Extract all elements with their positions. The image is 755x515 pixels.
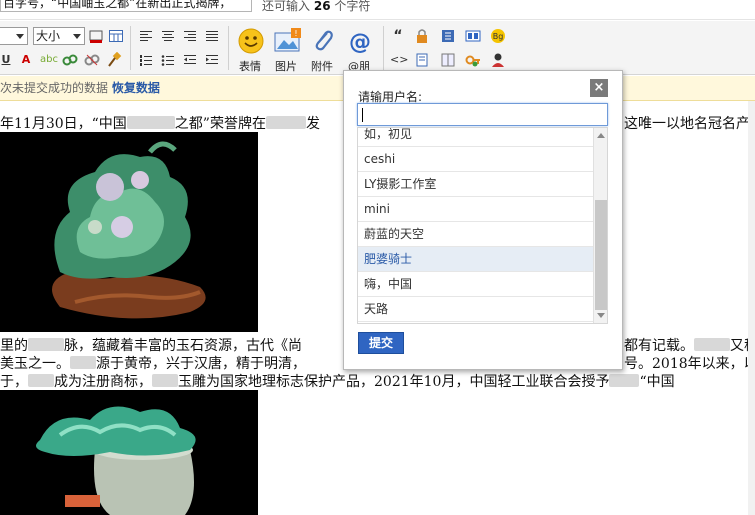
blurred-text — [265, 116, 306, 129]
username-input[interactable] — [357, 103, 608, 126]
password-icon[interactable] — [465, 52, 481, 68]
lock-icon[interactable] — [414, 28, 430, 44]
video-icon[interactable] — [465, 28, 481, 44]
attach-button[interactable]: 附件 — [302, 26, 342, 73]
close-icon[interactable]: × — [590, 79, 608, 97]
blurred-text — [28, 338, 64, 351]
user-suggestion-list: 天路 嗨，中国 肥婆骑士 蔚蓝的天空 mini LY摄影工作室 ceshi 如，初见 — [357, 127, 608, 324]
blurred-text — [152, 374, 178, 387]
svg-text:Bg: Bg — [493, 32, 504, 41]
user-list-item[interactable]: mini — [358, 197, 593, 222]
format-brush-icon[interactable] — [106, 51, 122, 68]
attach-label: 附件 — [311, 60, 333, 73]
align-justify-icon[interactable] — [204, 28, 220, 44]
page-icon[interactable] — [440, 52, 456, 68]
page-scrollbar[interactable] — [748, 101, 755, 515]
hint-suffix: 个字符 — [334, 0, 371, 13]
spellcheck-icon[interactable]: abc — [40, 52, 58, 68]
emoji-button[interactable]: 表情 — [230, 26, 270, 73]
link-icon[interactable] — [62, 52, 78, 68]
mention-user-popup: × 请输用户名: 天路 嗨，中国 肥婆骑士 蔚蓝的天空 mini LY摄影工作室 ceshi… — [343, 70, 623, 370]
blurred-text — [609, 374, 640, 387]
background-music-icon[interactable]: Bg — [490, 28, 506, 44]
topbar: 百字号，“中国岫玉之都”在新出正式揭牌， 还可输入 26 个字符 — [0, 0, 755, 20]
indent-icon[interactable] — [204, 52, 220, 68]
paragraph-line-1-end: 这唯一以地名冠名产 — [624, 116, 750, 132]
user-list-item[interactable]: 如，初见 — [358, 128, 593, 147]
text-caret — [362, 108, 363, 122]
toolbar-separator — [130, 26, 131, 70]
toolbar-separator — [383, 26, 384, 70]
align-right-icon[interactable] — [182, 28, 198, 44]
subject-input[interactable]: 百字号，“中国岫玉之都”在新出正式揭牌， — [0, 0, 252, 12]
align-left-icon[interactable] — [138, 28, 154, 44]
user-list-item[interactable]: LY摄影工作室 — [358, 172, 593, 197]
blurred-text — [70, 356, 96, 369]
at-sign-icon: @ — [349, 30, 371, 54]
blurred-text — [28, 374, 54, 387]
emoji-label: 表情 — [239, 60, 261, 73]
image-button[interactable]: ! 图片 — [266, 26, 306, 73]
scroll-thumb[interactable] — [595, 200, 607, 310]
unordered-list-icon[interactable] — [160, 52, 176, 68]
user-icon[interactable] — [490, 52, 506, 68]
underline-icon[interactable]: U — [0, 52, 14, 68]
table-icon[interactable] — [108, 28, 124, 44]
blurred-text — [126, 116, 175, 129]
smiley-icon — [238, 28, 264, 54]
free-content-icon[interactable] — [414, 52, 430, 68]
blurred-text — [694, 338, 730, 351]
align-center-icon[interactable] — [160, 28, 176, 44]
unlink-icon[interactable] — [84, 52, 100, 68]
paragraph-line-2: 里的 脉，蕴藏着丰富的玉石资源，古代《尚 — [0, 338, 302, 354]
char-count-hint: 还可输入 26 个字符 — [262, 0, 370, 14]
quote-icon[interactable]: “ — [390, 28, 406, 44]
user-list-item[interactable]: 嗨，中国 — [358, 272, 593, 297]
user-list-item[interactable]: 天路 — [358, 297, 593, 322]
image-label: 图片 — [275, 60, 297, 73]
user-list-item[interactable]: 肥婆骑士 — [358, 247, 593, 272]
font-size-label: 大小 — [36, 29, 61, 43]
font-size-select[interactable]: 大小 — [33, 27, 85, 45]
font-color-icon[interactable]: A — [18, 52, 34, 68]
jade-carving-photo — [0, 132, 258, 332]
hint-count: 26 — [313, 0, 331, 13]
flash-icon[interactable] — [440, 28, 456, 44]
paragraph-line-4: 于， 成为注册商标， 玉雕为国家地理标志保护产品，2021年10月，中国轻工业联合会… — [0, 374, 675, 390]
list-scrollbar[interactable] — [593, 128, 607, 323]
hint-prefix: 还可输入 — [262, 0, 311, 13]
submit-button[interactable]: 提交 — [358, 332, 404, 354]
toolbar-separator — [228, 26, 229, 70]
editor-toolbar: 大小 U A abc 表情 ! 图片 附件 @ @朋 “ Bg <> — [0, 21, 755, 75]
user-list-item[interactable]: ceshi — [358, 147, 593, 172]
paragraph-line-2-end: 都有记载。又称 — [624, 338, 755, 354]
jade-cabbage-photo — [0, 390, 258, 515]
paragraph-line-1: 年11月30日，“中国 之都”荣誉牌在发 — [0, 116, 320, 132]
scroll-up-arrow-icon[interactable] — [597, 133, 605, 138]
code-icon[interactable]: <> — [390, 52, 408, 68]
font-family-select[interactable] — [0, 27, 28, 45]
svg-text:!: ! — [294, 29, 297, 38]
scroll-down-arrow-icon[interactable] — [597, 313, 605, 318]
paragraph-line-3: 美玉之一。 源于黄帝，兴于汉唐，精于明清， — [0, 356, 306, 372]
text-color-icon[interactable] — [88, 28, 104, 44]
image-icon: ! — [274, 28, 301, 52]
outdent-icon[interactable] — [182, 52, 198, 68]
ordered-list-icon[interactable] — [138, 52, 154, 68]
mention-button[interactable]: @ @朋 — [339, 26, 379, 73]
paperclip-icon — [315, 30, 333, 51]
restore-message: 次未提交成功的数据 — [0, 81, 109, 95]
restore-data-link[interactable]: 恢复数据 — [112, 81, 160, 95]
user-list-item[interactable]: 蔚蓝的天空 — [358, 222, 593, 247]
svg-text:@: @ — [349, 30, 371, 54]
paragraph-line-3-end: 号。2018年以来，以 — [624, 356, 755, 372]
